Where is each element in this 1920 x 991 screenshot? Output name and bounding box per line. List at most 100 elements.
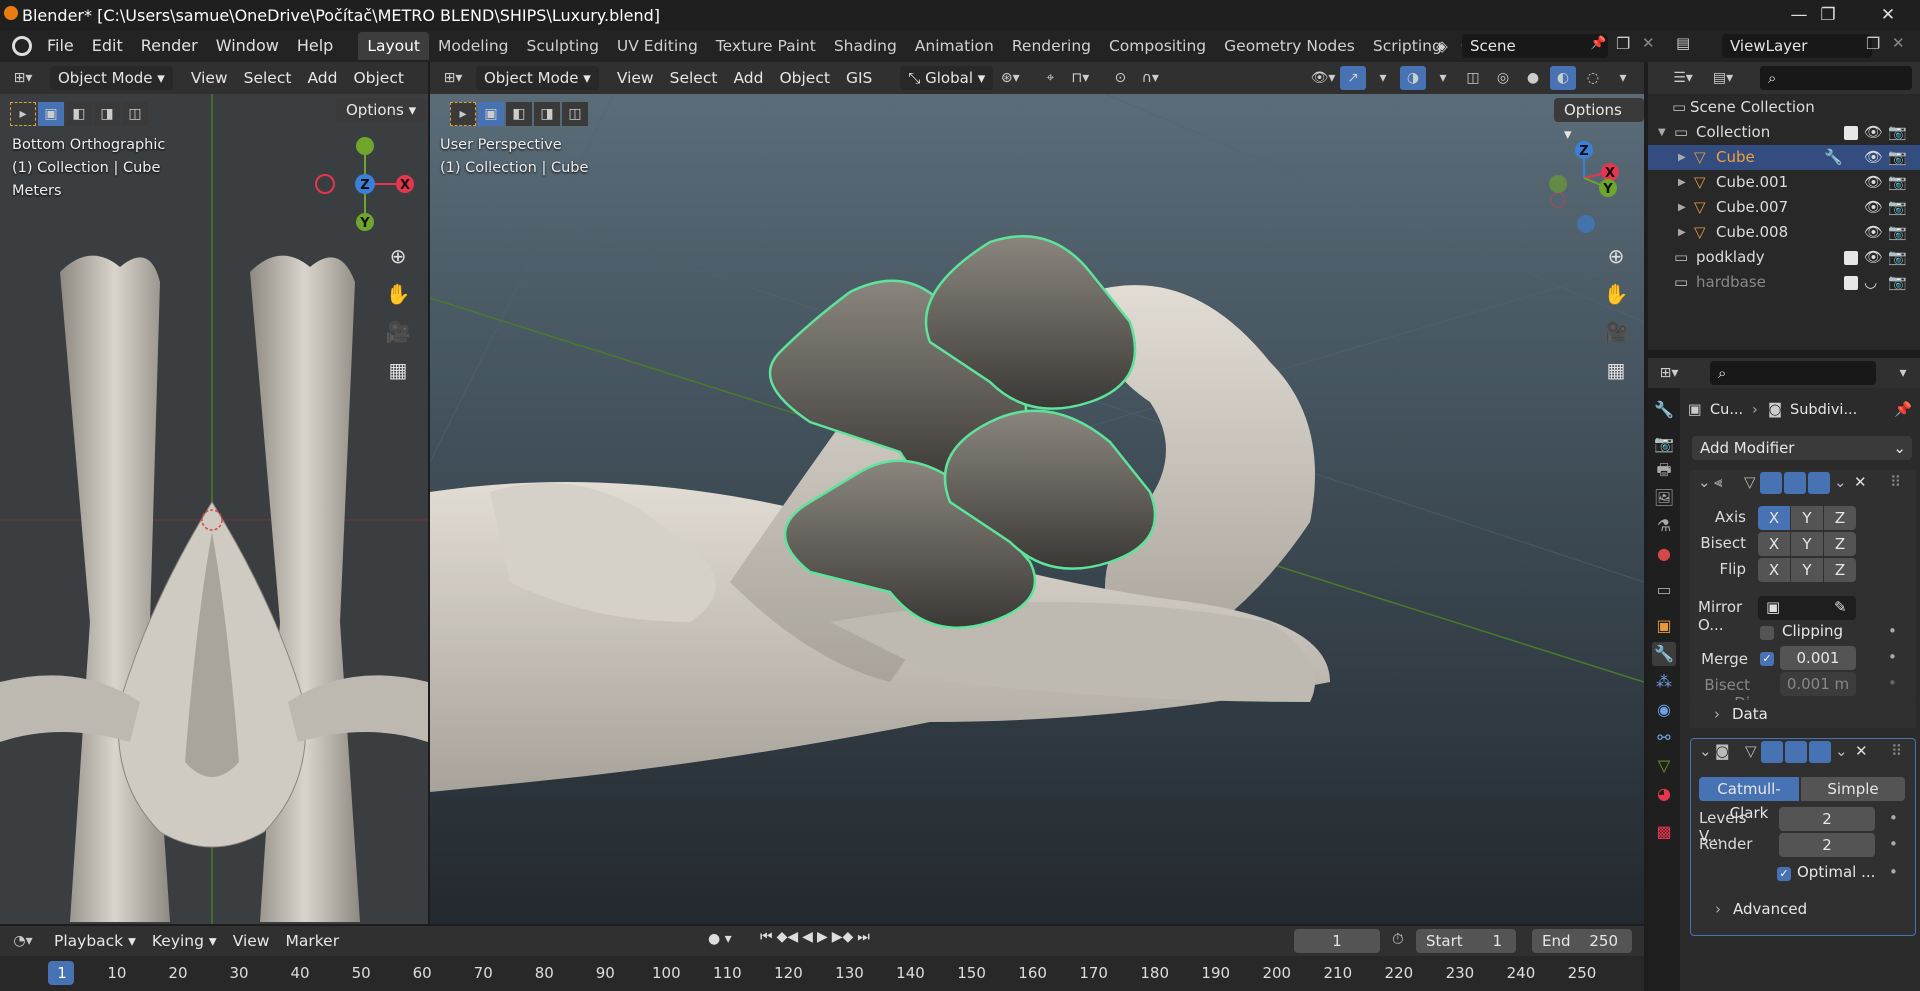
main-pan-hand-icon[interactable]: ✋ (1600, 278, 1632, 310)
catmull-clark-button[interactable]: Catmull-Clark (1699, 777, 1799, 822)
delete-scene-icon[interactable]: ✕ (1642, 34, 1655, 52)
preview-range-icon[interactable]: ⏱ (1392, 930, 1404, 948)
modifier-tab-icon[interactable]: 🔧 (1652, 642, 1676, 666)
main-mode-dropdown[interactable]: Object Mode ▾ (476, 66, 599, 90)
main-zoom-icon[interactable]: ⊕ (1600, 240, 1632, 272)
menu-edit[interactable]: Edit (83, 32, 132, 60)
shading-dropdown-icon[interactable]: ▾ (1610, 66, 1636, 90)
new-viewlayer-icon[interactable]: ❐ (1866, 34, 1880, 53)
clipping-keyframe-dot[interactable]: • (1888, 622, 1897, 640)
properties-options-icon[interactable]: ▾ (1890, 361, 1916, 385)
overlay-dropdown-icon[interactable]: ▾ (1430, 66, 1456, 90)
main-editor-type-icon[interactable]: ⊞▾ (440, 66, 466, 90)
expand-arrow-icon[interactable]: ▼ (1658, 120, 1666, 145)
main-menu-add[interactable]: Add (725, 69, 771, 87)
xray-icon[interactable]: ◫ (1460, 66, 1486, 90)
render-camera-icon[interactable]: 📷 (1888, 195, 1907, 220)
mirror-viewport-icon[interactable] (1784, 472, 1806, 494)
next-keyframe-icon[interactable]: ▶◆ (832, 929, 854, 945)
play-reverse-icon[interactable]: ◀ (802, 929, 813, 945)
outliner-row-cube-007[interactable]: ▶ ▽ Cube.007 👁 📷 (1648, 195, 1920, 220)
workspace-tab-compositing[interactable]: Compositing (1100, 32, 1215, 60)
outliner-row-collection[interactable]: ▼ ▭ Collection 👁 📷 (1648, 120, 1920, 145)
collection-tab-icon[interactable]: ▭ (1652, 578, 1676, 602)
material-shading-icon[interactable]: ◐ (1550, 66, 1576, 90)
main-menu-gis[interactable]: GIS (838, 69, 880, 87)
subdiv-delete-icon[interactable]: ✕ (1855, 742, 1868, 760)
render-keyframe-dot[interactable]: • (1889, 835, 1898, 853)
rendered-shading-icon[interactable]: ◌ (1580, 66, 1606, 90)
current-frame-field[interactable]: 1 (1294, 929, 1380, 953)
outliner-row-cube-001[interactable]: ▶ ▽ Cube.001 👁 📷 (1648, 170, 1920, 195)
overlay-toggle-icon[interactable]: ◑ (1400, 66, 1426, 90)
menu-file[interactable]: File (38, 32, 83, 60)
end-frame-field[interactable]: End 250 (1532, 929, 1632, 953)
left-navigation-gizmo[interactable]: Z X Y (310, 136, 420, 232)
scene-field[interactable]: Scene (1462, 34, 1608, 58)
snap-icon[interactable]: ⌖ (1037, 66, 1063, 90)
main-menu-view[interactable]: View (609, 69, 662, 87)
select-box-tool-icon[interactable]: ▸ (10, 102, 36, 126)
viewlayer-field[interactable]: ViewLayer (1722, 34, 1872, 58)
advanced-subpanel[interactable]: › Advanced (1691, 895, 1915, 923)
scene-tab-icon[interactable]: ⚗ (1652, 514, 1676, 538)
workspace-tab-sculpting[interactable]: Sculpting (518, 32, 608, 60)
data-subpanel[interactable]: › Data (1690, 700, 1916, 728)
jump-start-icon[interactable]: ⏮ (760, 929, 773, 945)
axis-x-toggle[interactable]: X (1758, 506, 1790, 530)
constraints-tab-icon[interactable]: ⚯ (1652, 726, 1676, 750)
workspace-tab-shading[interactable]: Shading (825, 32, 906, 60)
left-menu-add[interactable]: Add (299, 69, 345, 87)
render-tab-icon[interactable]: 📷 (1652, 432, 1676, 456)
eye-icon[interactable]: 👁 (1864, 170, 1883, 195)
main-options-dropdown[interactable]: Options ▾ (1554, 98, 1644, 143)
left-menu-view[interactable]: View (183, 69, 236, 87)
bisect-y-toggle[interactable]: Y (1791, 532, 1823, 556)
optimal-keyframe-dot[interactable]: • (1889, 863, 1898, 881)
flip-z-toggle[interactable]: Z (1824, 558, 1856, 582)
eye-icon[interactable]: 👁 (1864, 245, 1883, 270)
bisect-distance-field[interactable]: 0.001 m (1780, 672, 1856, 696)
expand-arrow-icon[interactable]: ▶ (1678, 195, 1686, 220)
flip-y-toggle[interactable]: Y (1791, 558, 1823, 582)
solid-shading-icon[interactable]: ● (1520, 66, 1546, 90)
main-select-box-tool-icon[interactable]: ▸ (450, 102, 476, 126)
eye-icon[interactable]: 👁 (1864, 195, 1883, 220)
prev-keyframe-icon[interactable]: ◆◀ (777, 929, 799, 945)
menu-help[interactable]: Help (288, 32, 342, 60)
outliner-scene-collection[interactable]: ▭ Scene Collection (1648, 95, 1920, 120)
gizmo-toggle-icon[interactable]: ↗ (1340, 66, 1366, 90)
subdiv-menu-chevron-icon[interactable]: ⌄ (1835, 742, 1848, 760)
workspace-tab-uv-editing[interactable]: UV Editing (608, 32, 707, 60)
main-viewport[interactable]: ⊞▾ Object Mode ▾ View Select Add Object GIS … (430, 62, 1644, 924)
wireframe-shading-icon[interactable]: ◎ (1490, 66, 1516, 90)
mirror-delete-icon[interactable]: ✕ (1854, 473, 1867, 491)
mirror-render-icon[interactable] (1808, 472, 1830, 494)
jump-end-icon[interactable]: ⏭ (857, 929, 870, 945)
eye-icon[interactable]: 👁 (1864, 145, 1883, 170)
start-frame-field[interactable]: Start 1 (1416, 929, 1516, 953)
main-menu-select[interactable]: Select (662, 69, 726, 87)
world-tab-icon[interactable]: ● (1652, 542, 1676, 566)
mirror-editmode-icon[interactable]: ▽ (1744, 473, 1756, 491)
render-camera-icon[interactable]: 📷 (1888, 145, 1907, 170)
eyedropper-icon[interactable]: ✎ (1834, 598, 1847, 616)
bisect-x-toggle[interactable]: X (1758, 532, 1790, 556)
exclude-checkbox[interactable] (1844, 276, 1858, 290)
output-tab-icon[interactable]: 🖶 (1652, 458, 1676, 482)
mode-intersect-icon[interactable]: ◫ (122, 102, 148, 126)
merge-distance-field[interactable]: 0.001 (1780, 646, 1856, 670)
clipping-checkbox[interactable] (1760, 626, 1774, 640)
left-viewport[interactable]: ⊞▾ Object Mode ▾ View Select Add Object ▸ ▣… (0, 62, 428, 924)
subdiv-render-icon[interactable] (1809, 741, 1831, 763)
axis-y-toggle[interactable]: Y (1791, 506, 1823, 530)
mode-subtract-icon[interactable]: ◨ (94, 102, 120, 126)
texture-tab-icon[interactable]: ▩ (1652, 820, 1676, 844)
left-options-dropdown[interactable]: Options ▾ (336, 98, 427, 122)
left-menu-select[interactable]: Select (236, 69, 300, 87)
timeline-menu-marker[interactable]: Marker (277, 932, 347, 950)
bisect-distance-keyframe-dot[interactable]: • (1888, 674, 1897, 692)
render-levels-field[interactable]: 2 (1779, 833, 1875, 857)
render-camera-icon[interactable]: 📷 (1888, 170, 1907, 195)
subdiv-drag-handle-icon[interactable]: ⠿ (1891, 742, 1902, 760)
